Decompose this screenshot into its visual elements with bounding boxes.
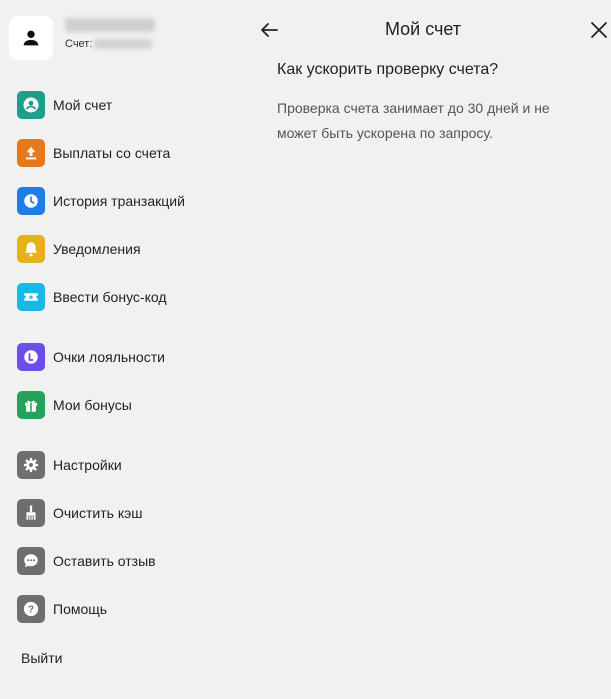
account-number [94, 39, 153, 49]
broom-icon [17, 499, 45, 527]
sidebar-item-payouts[interactable]: Выплаты со счета [17, 139, 170, 167]
sidebar-item-label: Ввести бонус-код [53, 289, 167, 305]
faq-answer: Проверка счета занимает до 30 дней и не … [277, 100, 550, 141]
sidebar-item-label: Очки лояльности [53, 349, 165, 365]
gear-icon [17, 451, 45, 479]
person-icon [23, 30, 39, 46]
main-panel: Мой счет Как ускорить проверку счета? Пр… [235, 0, 611, 699]
sidebar-item-notifications[interactable]: Уведомления [17, 235, 141, 263]
loyalty-coin-icon [17, 343, 45, 371]
help-icon: ? [17, 595, 45, 623]
sidebar-item-label: Уведомления [53, 241, 141, 257]
sidebar-item-transactions[interactable]: История транзакций [17, 187, 185, 215]
chat-icon [17, 547, 45, 575]
close-icon [591, 22, 607, 38]
sidebar: Счет: Мой счет Выплаты со счета История … [0, 0, 235, 699]
logout-button[interactable]: Выйти [21, 650, 62, 666]
sidebar-item-clear-cache[interactable]: Очистить кэш [17, 499, 143, 527]
sidebar-item-label: Очистить кэш [53, 505, 143, 521]
sidebar-item-settings[interactable]: Настройки [17, 451, 122, 479]
sidebar-item-my-account[interactable]: Мой счет [17, 91, 112, 119]
faq-question: Как ускорить проверку счета? [277, 61, 499, 78]
sidebar-item-my-bonuses[interactable]: Мои бонусы [17, 391, 132, 419]
gift-icon [17, 391, 45, 419]
sidebar-item-loyalty[interactable]: Очки лояльности [17, 343, 165, 371]
clock-icon [17, 187, 45, 215]
page-title: Мой счет [384, 19, 462, 39]
account-circle-icon [17, 91, 45, 119]
user-header: Счет: [9, 16, 155, 60]
sidebar-item-label: Мой счет [53, 97, 113, 113]
account-info: Счет: [65, 38, 155, 50]
bell-icon [17, 235, 45, 263]
sidebar-item-label: Мои бонусы [53, 397, 132, 413]
svg-text:?: ? [28, 604, 34, 615]
sidebar-item-label: История транзакций [53, 193, 185, 209]
sidebar-item-bonus-code[interactable]: Ввести бонус-код [17, 283, 167, 311]
sidebar-item-label: Выплаты со счета [53, 145, 171, 161]
close-button[interactable] [587, 18, 611, 42]
upload-icon [17, 139, 45, 167]
sidebar-item-label: Помощь [53, 601, 108, 617]
sidebar-item-help[interactable]: ? Помощь [17, 595, 107, 623]
ticket-icon [17, 283, 45, 311]
app-window: Счет: Мой счет Выплаты со счета История … [0, 0, 611, 699]
user-name [65, 18, 155, 32]
avatar[interactable] [9, 16, 53, 60]
sidebar-item-feedback[interactable]: Оставить отзыв [17, 547, 156, 575]
account-label: Счет: [65, 38, 93, 50]
sidebar-item-label: Настройки [53, 457, 122, 473]
sidebar-item-label: Оставить отзыв [53, 553, 156, 569]
